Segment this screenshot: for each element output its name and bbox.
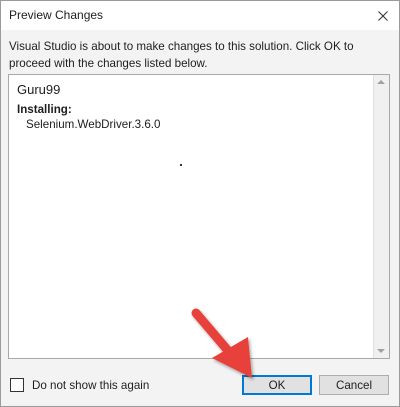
do-not-show-again-row[interactable]: Do not show this again [10, 378, 149, 392]
scroll-up-icon[interactable] [377, 80, 385, 84]
cursor-dot [180, 164, 182, 166]
dialog-message: Visual Studio is about to make changes t… [9, 40, 354, 70]
cancel-button[interactable]: Cancel [319, 375, 389, 395]
do-not-show-again-checkbox[interactable] [10, 378, 24, 392]
close-button[interactable] [367, 1, 399, 30]
dialog-title: Preview Changes [9, 8, 104, 22]
title-bar: Preview Changes [1, 1, 399, 30]
ok-button[interactable]: OK [242, 375, 312, 395]
do-not-show-again-label: Do not show this again [32, 378, 150, 392]
scroll-down-icon[interactable] [377, 349, 385, 353]
close-icon [378, 10, 388, 21]
installing-label: Installing: [17, 103, 72, 116]
changes-list[interactable]: Guru99 Installing: Selenium.WebDriver.3.… [8, 74, 390, 359]
package-item: Selenium.WebDriver.3.6.0 [26, 118, 161, 131]
project-name: Guru99 [17, 82, 61, 97]
vertical-scrollbar[interactable] [373, 75, 389, 358]
